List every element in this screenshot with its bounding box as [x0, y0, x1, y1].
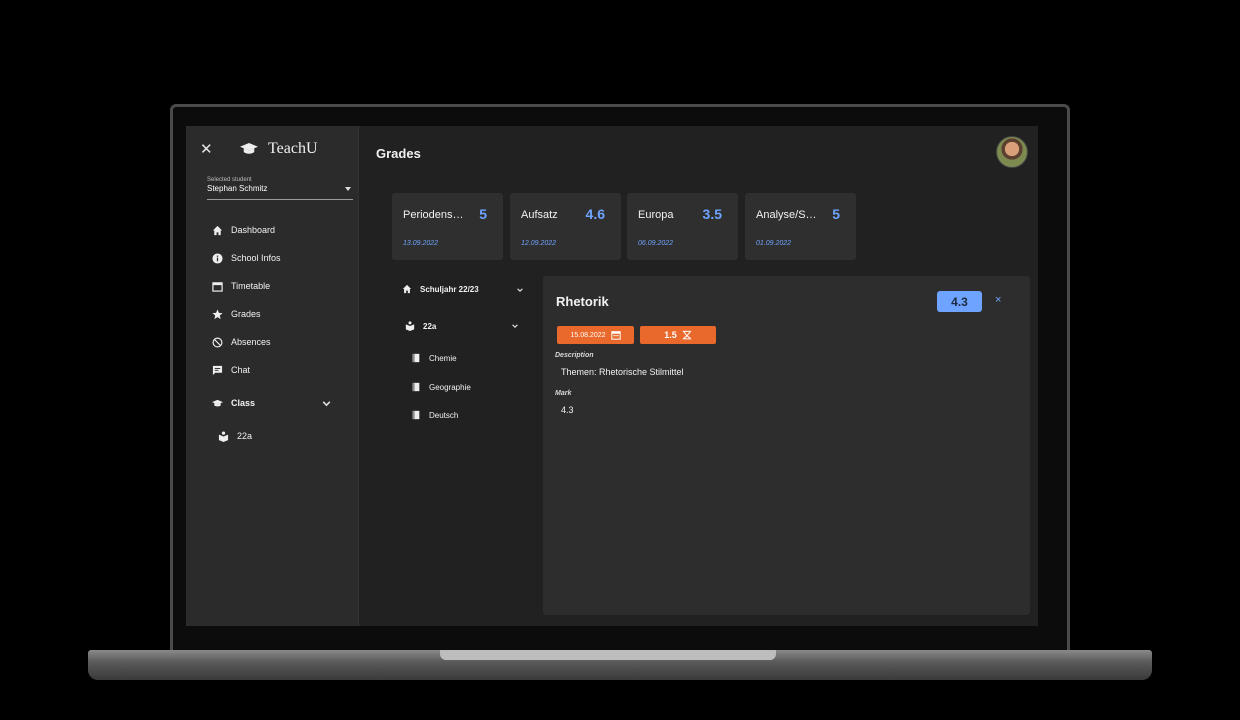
student-select-label: Selected student — [207, 177, 252, 183]
grade-card[interactable]: Europa 3.5 06.09.2022 — [627, 193, 738, 260]
user-avatar[interactable] — [996, 136, 1028, 168]
sidebar-item-dashboard[interactable]: Dashboard — [186, 216, 358, 244]
mark-label: Mark — [555, 390, 572, 397]
laptop-notch — [440, 650, 776, 660]
star-icon — [212, 308, 223, 319]
detail-title: Rhetorik — [556, 294, 609, 309]
tree-item-subject[interactable]: Deutsch — [411, 410, 458, 420]
home-icon — [402, 284, 412, 294]
mark-value: 4.3 — [561, 405, 574, 415]
info-icon — [212, 252, 223, 264]
book-icon — [412, 382, 420, 392]
mark-badge: 4.3 — [937, 291, 982, 312]
student-select[interactable]: Stephan Schmitz — [207, 184, 353, 200]
tree-item-class[interactable]: 22a — [405, 321, 436, 331]
sidebar-item-absences[interactable]: Absences — [186, 328, 358, 356]
book-icon — [412, 353, 420, 363]
calendar-icon — [212, 281, 223, 292]
grade-card-title: Aufsatz — [521, 209, 558, 221]
tree-item-label: Schuljahr 22/23 — [420, 284, 479, 294]
brand: ✕ TeachU — [200, 140, 318, 158]
grade-card-date: 12.09.2022 — [521, 240, 557, 247]
grade-card-date: 06.09.2022 — [638, 240, 674, 247]
calendar-icon — [610, 331, 621, 340]
grade-card-title: Analyse/Sy… — [756, 209, 822, 221]
date-chip: 15.08.2022 — [557, 326, 634, 344]
sidebar-section-class[interactable]: Class — [186, 389, 358, 417]
close-icon[interactable]: × — [995, 294, 1001, 306]
close-sidebar-icon[interactable]: ✕ — [200, 140, 220, 158]
date-chip-label: 15.08.2022 — [570, 331, 606, 339]
tree-item-label: Geographie — [429, 382, 471, 392]
dropdown-caret-icon — [345, 187, 351, 191]
tree-item-school-year[interactable]: Schuljahr 22/23 — [402, 284, 479, 294]
grade-card-value: 5 — [832, 206, 840, 222]
grade-card-value: 4.6 — [585, 206, 605, 222]
sidebar-item-timetable[interactable]: Timetable — [186, 272, 358, 300]
weight-chip: 1.5 — [640, 326, 716, 344]
tree-item-label: Chemie — [429, 353, 457, 363]
grade-card[interactable]: Aufsatz 4.6 12.09.2022 — [510, 193, 621, 260]
app-name: TeachU — [268, 140, 318, 157]
sidebar: ✕ TeachU Selected student Stephan Schmit… — [186, 126, 359, 626]
grade-card[interactable]: Periodensy… 5 13.09.2022 — [392, 193, 503, 260]
description-value: Themen: Rhetorische Stilmittel — [561, 367, 684, 377]
grade-card-title: Europa — [638, 209, 674, 221]
tree-item-subject[interactable]: Geographie — [411, 382, 471, 392]
weight-chip-label: 1.5 — [664, 330, 677, 340]
tree-item-label: 22a — [423, 321, 437, 331]
sidebar-item-label: Absences — [231, 337, 271, 347]
grade-card-value: 5 — [479, 206, 487, 222]
chevron-down-icon[interactable] — [516, 286, 524, 294]
scale-icon — [682, 330, 691, 340]
sidebar-item-grades[interactable]: Grades — [186, 300, 358, 328]
sidebar-item-label: 22a — [237, 431, 253, 441]
sidebar-item-label: Timetable — [231, 281, 271, 291]
class-icon — [405, 321, 415, 331]
class-icon — [218, 430, 229, 442]
book-icon — [412, 410, 420, 420]
chevron-down-icon[interactable] — [511, 322, 519, 330]
sidebar-item-label: Grades — [231, 309, 261, 319]
block-icon — [212, 337, 223, 347]
sidebar-item-label: School Infos — [231, 253, 281, 263]
grade-card-date: 01.09.2022 — [756, 240, 792, 247]
app-screen: ✕ TeachU Selected student Stephan Schmit… — [186, 126, 1038, 626]
grade-card-title: Periodensy… — [403, 209, 469, 221]
chevron-down-icon — [322, 401, 331, 407]
chat-icon — [212, 365, 223, 375]
grade-detail-panel: Rhetorik 4.3 × 15.08.2022 1.5 Descriptio… — [543, 276, 1030, 615]
sidebar-section-label: Class — [231, 398, 256, 408]
sidebar-item-chat[interactable]: Chat — [186, 356, 358, 384]
description-label: Description — [555, 352, 594, 359]
grade-card-date: 13.09.2022 — [403, 240, 439, 247]
sidebar-nav: Dashboard School Infos Timetable Grades … — [186, 216, 358, 450]
graduation-cap-icon — [212, 399, 223, 406]
student-name: Stephan Schmitz — [207, 184, 268, 193]
sidebar-item-22a[interactable]: 22a — [186, 422, 358, 450]
tree-item-label: Deutsch — [429, 410, 459, 420]
page-title: Grades — [376, 146, 421, 161]
sidebar-item-label: Chat — [231, 365, 251, 375]
graduation-cap-icon — [240, 143, 258, 154]
grade-card[interactable]: Analyse/Sy… 5 01.09.2022 — [745, 193, 856, 260]
tree-item-subject[interactable]: Chemie — [411, 353, 457, 363]
sidebar-item-school-infos[interactable]: School Infos — [186, 244, 358, 272]
sidebar-item-label: Dashboard — [231, 225, 276, 235]
grade-card-value: 3.5 — [702, 206, 722, 222]
home-icon — [212, 225, 223, 235]
